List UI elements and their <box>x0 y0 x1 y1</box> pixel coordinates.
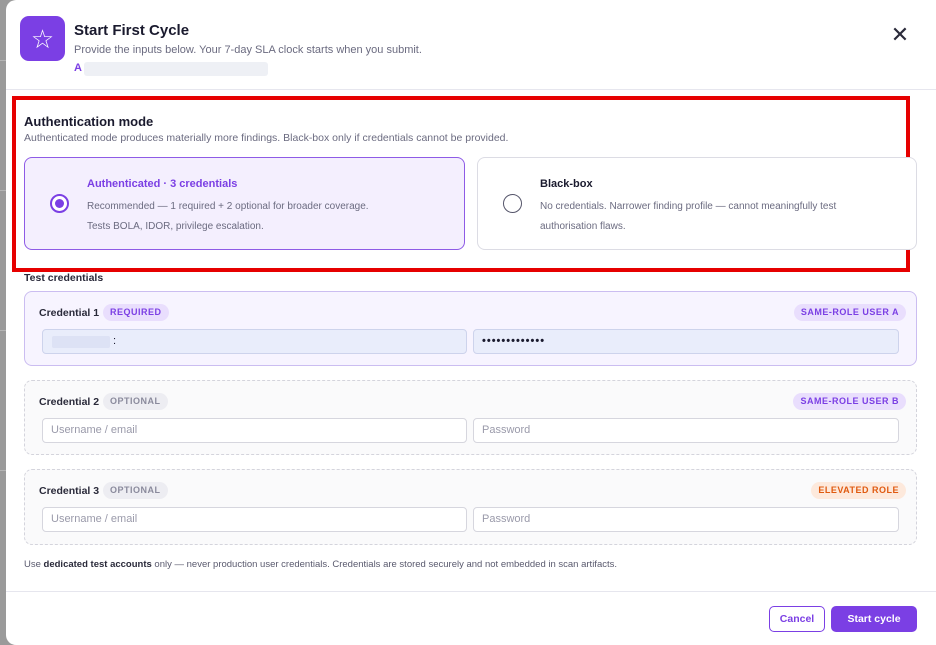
note-suffix: only — never production user credentials… <box>151 559 618 570</box>
credential-label: Credential 2 <box>39 396 100 408</box>
option-description: Recommended — 1 required + 2 optional fo… <box>87 201 369 212</box>
username-field[interactable]: Username / email <box>42 507 467 532</box>
option-description: No credentials. Narrower finding profile… <box>540 201 837 212</box>
redacted-target <box>84 62 268 76</box>
required-badge: REQUIRED <box>103 304 169 321</box>
cancel-button[interactable]: Cancel <box>769 606 825 632</box>
option-title: Black-box <box>540 178 593 190</box>
radio-unselected[interactable] <box>503 194 522 213</box>
auth-option-authenticated[interactable]: Authenticated · 3 credentials Recommende… <box>24 157 465 250</box>
password-field[interactable]: Password <box>473 418 899 443</box>
modal-header: ☆ Start First Cycle Provide the inputs b… <box>6 0 936 90</box>
note-bold: dedicated test accounts <box>43 559 152 570</box>
credential-card: Credential 2 OPTIONAL SAME-ROLE USER B U… <box>24 380 917 455</box>
auth-option-blackbox[interactable]: Black-box No credentials. Narrower findi… <box>477 157 917 250</box>
option-description: Tests BOLA, IDOR, privilege escalation. <box>87 221 264 232</box>
username-field[interactable]: Username / email <box>42 418 467 443</box>
credential-label: Credential 1 <box>39 307 100 319</box>
username-field[interactable]: : <box>42 329 467 354</box>
start-cycle-button[interactable]: Start cycle <box>831 606 917 632</box>
credential-label: Credential 3 <box>39 485 100 497</box>
option-title: Authenticated · 3 credentials <box>87 178 238 190</box>
test-credentials-heading: Test credentials <box>24 272 104 284</box>
start-cycle-modal: ☆ Start First Cycle Provide the inputs b… <box>6 0 936 645</box>
role-badge: SAME-ROLE USER B <box>793 393 906 410</box>
star-icon: ☆ <box>20 16 65 61</box>
credential-card: Credential 3 OPTIONAL ELEVATED ROLE User… <box>24 469 917 545</box>
modal-footer: Cancel Start cycle <box>6 591 936 645</box>
optional-badge: OPTIONAL <box>103 482 168 499</box>
modal-subtitle: Provide the inputs below. Your 7-day SLA… <box>74 44 422 56</box>
note-prefix: Use <box>24 559 44 570</box>
option-description: authorisation flaws. <box>540 221 626 232</box>
radio-selected[interactable] <box>50 194 69 213</box>
target-name: A <box>74 62 82 74</box>
auth-mode-title: Authentication mode <box>24 114 154 129</box>
username-value: : <box>113 335 117 347</box>
elevated-role-badge: ELEVATED ROLE <box>811 482 906 499</box>
password-field[interactable]: ••••••••••••• <box>473 329 899 354</box>
credential-card: Credential 1 REQUIRED SAME-ROLE USER A :… <box>24 291 917 366</box>
credentials-note: Use dedicated test accounts only — never… <box>24 559 617 570</box>
close-icon[interactable]: ✕ <box>889 24 911 46</box>
role-badge: SAME-ROLE USER A <box>793 304 906 321</box>
optional-badge: OPTIONAL <box>103 393 168 410</box>
password-field[interactable]: Password <box>473 507 899 532</box>
redacted-username <box>52 336 110 348</box>
auth-mode-subtitle: Authenticated mode produces materially m… <box>24 132 509 144</box>
modal-title: Start First Cycle <box>74 22 190 39</box>
